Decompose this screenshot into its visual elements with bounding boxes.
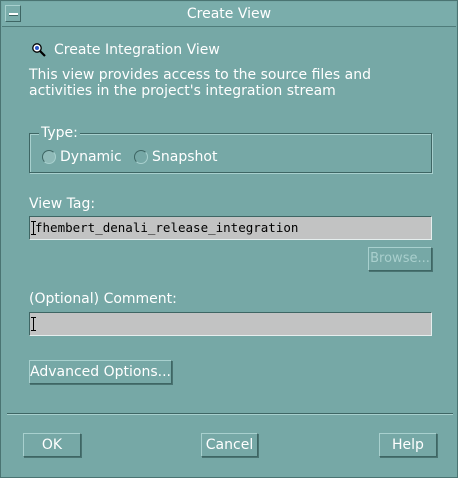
- help-button[interactable]: Help: [379, 433, 437, 457]
- view-tag-input[interactable]: fhembert_denali_release_integration: [29, 216, 432, 240]
- cancel-button[interactable]: Cancel: [201, 433, 258, 457]
- footer-separator: [7, 413, 453, 415]
- magnifier-icon: [32, 43, 46, 57]
- radio-dynamic-indicator[interactable]: [42, 150, 56, 164]
- create-view-dialog: Create View Create Integration View This…: [0, 0, 458, 478]
- ok-button[interactable]: OK: [23, 433, 81, 457]
- dialog-heading-title: Create Integration View: [54, 42, 220, 58]
- text-cursor-icon: [31, 317, 36, 331]
- title-bar[interactable]: Create View: [2, 2, 456, 27]
- radio-dynamic-label: Dynamic: [60, 149, 122, 165]
- advanced-options-button[interactable]: Advanced Options...: [29, 360, 172, 384]
- dialog-description-line-1: This view provides access to the source …: [29, 67, 371, 83]
- comment-label: (Optional) Comment:: [29, 291, 177, 307]
- view-tag-label: View Tag:: [29, 196, 96, 212]
- window-title: Create View: [186, 6, 272, 22]
- view-tag-value: fhembert_denali_release_integration: [35, 220, 299, 235]
- radio-snapshot-label: Snapshot: [152, 149, 218, 165]
- browse-button[interactable]: Browse...: [368, 247, 432, 271]
- text-cursor-icon: [31, 221, 36, 235]
- comment-input[interactable]: [29, 312, 432, 336]
- dialog-description-line-2: activities in the project's integration …: [29, 83, 336, 99]
- radio-snapshot-indicator[interactable]: [134, 150, 148, 164]
- type-group-label: Type:: [39, 125, 80, 141]
